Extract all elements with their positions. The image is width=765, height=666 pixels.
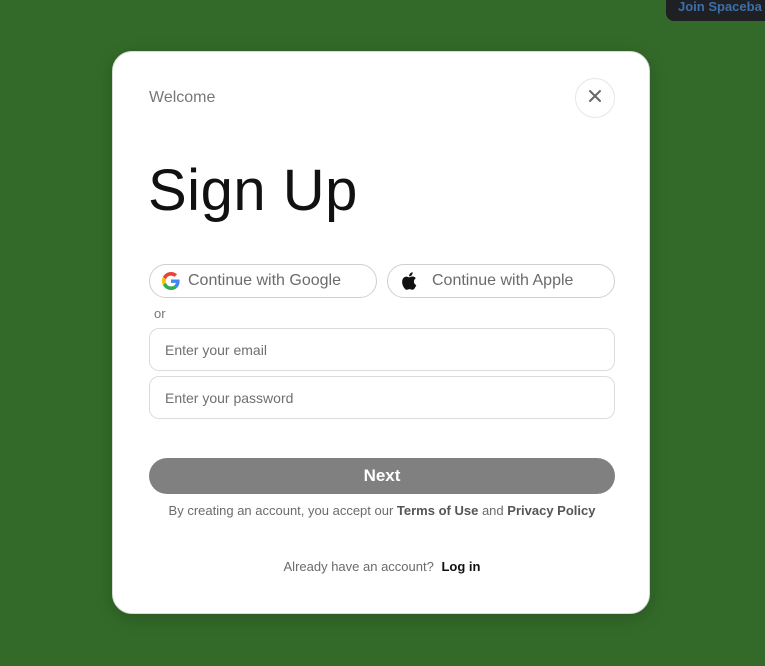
corner-popup[interactable]: Join Spaceba [666,0,765,21]
welcome-label: Welcome [149,89,216,106]
close-icon [588,89,602,108]
login-prompt: Already have an account? Log in [113,559,651,574]
page-background: Join Spaceba Welcome Sign Up Continue wi… [0,0,765,666]
terms-conjunction: and [481,503,504,518]
page-title: Sign Up [148,158,358,223]
privacy-policy-link[interactable]: Privacy Policy [507,503,595,518]
continue-with-apple-button[interactable]: Continue with Apple [387,264,615,298]
apple-button-label: Continue with Apple [432,272,574,289]
or-divider: or [154,306,166,321]
password-field[interactable] [149,376,615,419]
next-button[interactable]: Next [149,458,615,494]
terms-text: By creating an account, you accept our T… [113,503,651,518]
login-prompt-text: Already have an account? [283,559,434,574]
google-button-label: Continue with Google [188,272,341,289]
corner-popup-text: Join Spaceba [678,0,762,14]
email-field[interactable] [149,328,615,371]
log-in-link[interactable]: Log in [441,559,480,574]
apple-icon [400,272,418,290]
google-icon [162,272,180,290]
terms-prefix: By creating an account, you accept our [168,503,394,518]
close-button[interactable] [575,78,615,118]
terms-of-use-link[interactable]: Terms of Use [397,503,478,518]
signup-modal: Welcome Sign Up Continue with Google Con… [112,51,650,614]
continue-with-google-button[interactable]: Continue with Google [149,264,377,298]
